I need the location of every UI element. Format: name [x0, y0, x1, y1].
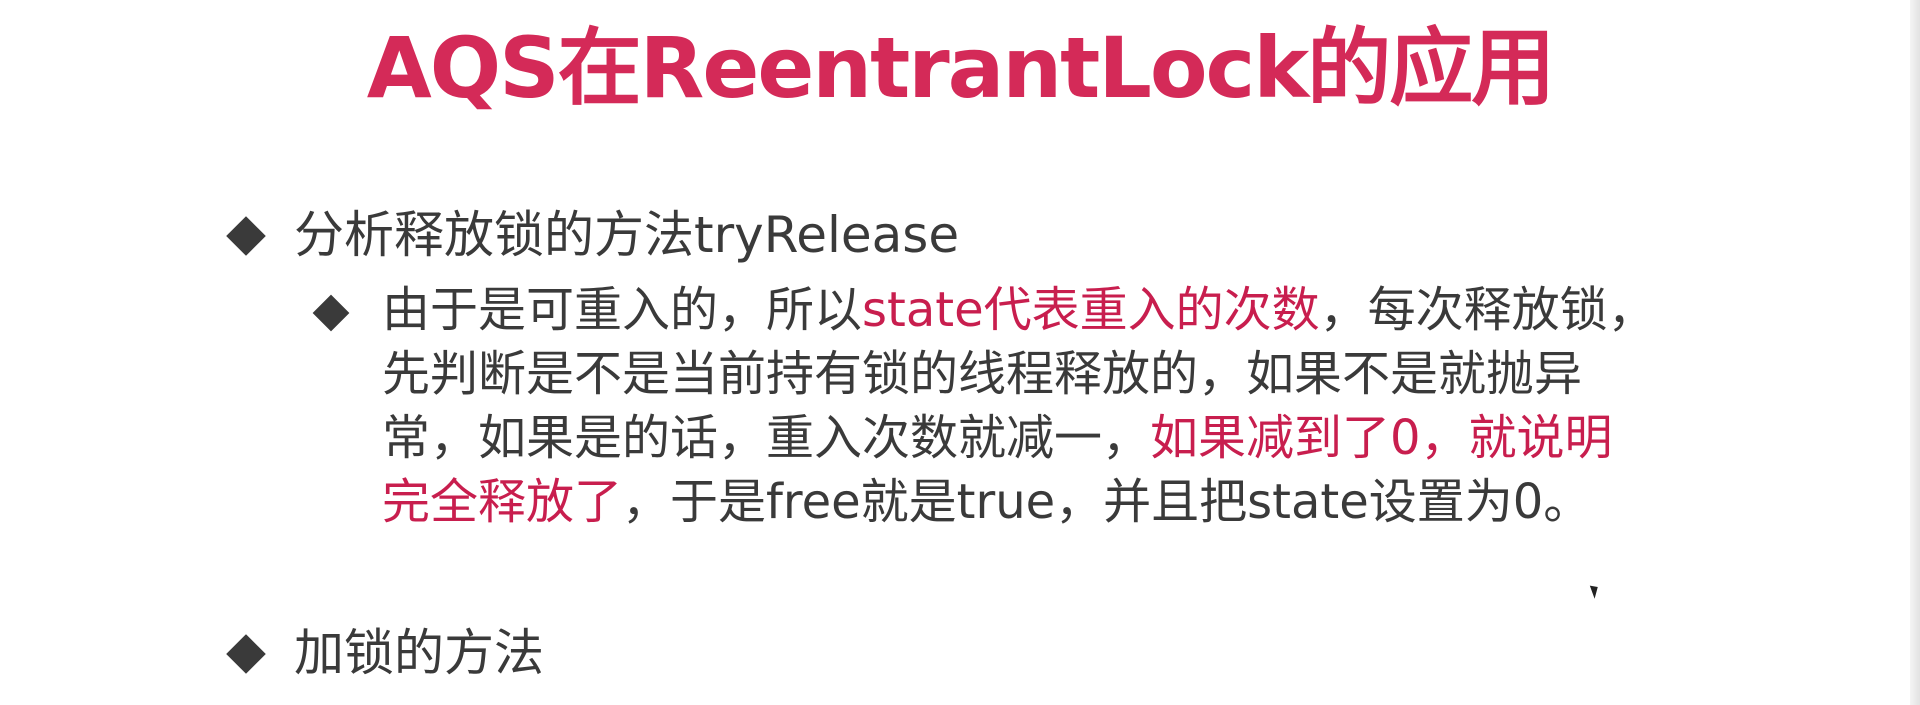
- bullet-item-release: 分析释放锁的方法tryRelease: [226, 200, 960, 270]
- diamond-bullet-icon: [226, 634, 266, 674]
- sub-bullet-item: 由于是可重入的，所以state代表重入的次数，每次释放锁， 先判断是不是当前持有…: [312, 278, 1792, 534]
- text-run: ，于是free就是true，并且把state设置为0。: [622, 474, 1592, 530]
- sub-bullet-paragraph: 由于是可重入的，所以state代表重入的次数，每次释放锁， 先判断是不是当前持有…: [382, 278, 1792, 534]
- bullet-item-lock: 加锁的方法: [226, 618, 544, 688]
- paragraph-line: 完全释放了，于是free就是true，并且把state设置为0。: [382, 470, 1792, 534]
- text-run: 常，如果是的话，重入次数就减一，: [382, 410, 1151, 466]
- slide: AQS在ReentrantLock的应用 分析释放锁的方法tryRelease …: [0, 0, 1920, 705]
- paragraph-line: 先判断是不是当前持有锁的线程释放的，如果不是就抛异: [382, 342, 1792, 406]
- mouse-cursor-icon: [1589, 583, 1602, 599]
- bullet-text: 加锁的方法: [294, 624, 544, 682]
- paragraph-line: 由于是可重入的，所以state代表重入的次数，每次释放锁，: [382, 278, 1792, 342]
- diamond-bullet-icon: [226, 216, 266, 256]
- text-run: ，每次释放锁，: [1319, 282, 1656, 338]
- highlighted-text-run: state代表重入的次数: [862, 282, 1320, 338]
- bullet-text: 分析释放锁的方法tryRelease: [294, 206, 960, 264]
- text-run: 先判断是不是当前持有锁的线程释放的，如果不是就抛异: [382, 346, 1583, 402]
- text-run: 由于是可重入的，所以: [382, 282, 863, 338]
- diamond-bullet-icon: [312, 294, 350, 332]
- paragraph-line: 常，如果是的话，重入次数就减一，如果减到了0，就说明: [382, 406, 1792, 470]
- highlighted-text-run: 完全释放了: [382, 474, 623, 530]
- slide-title: AQS在ReentrantLock的应用: [366, 19, 1555, 117]
- highlighted-text-run: 如果减到了0，就说明: [1150, 410, 1613, 466]
